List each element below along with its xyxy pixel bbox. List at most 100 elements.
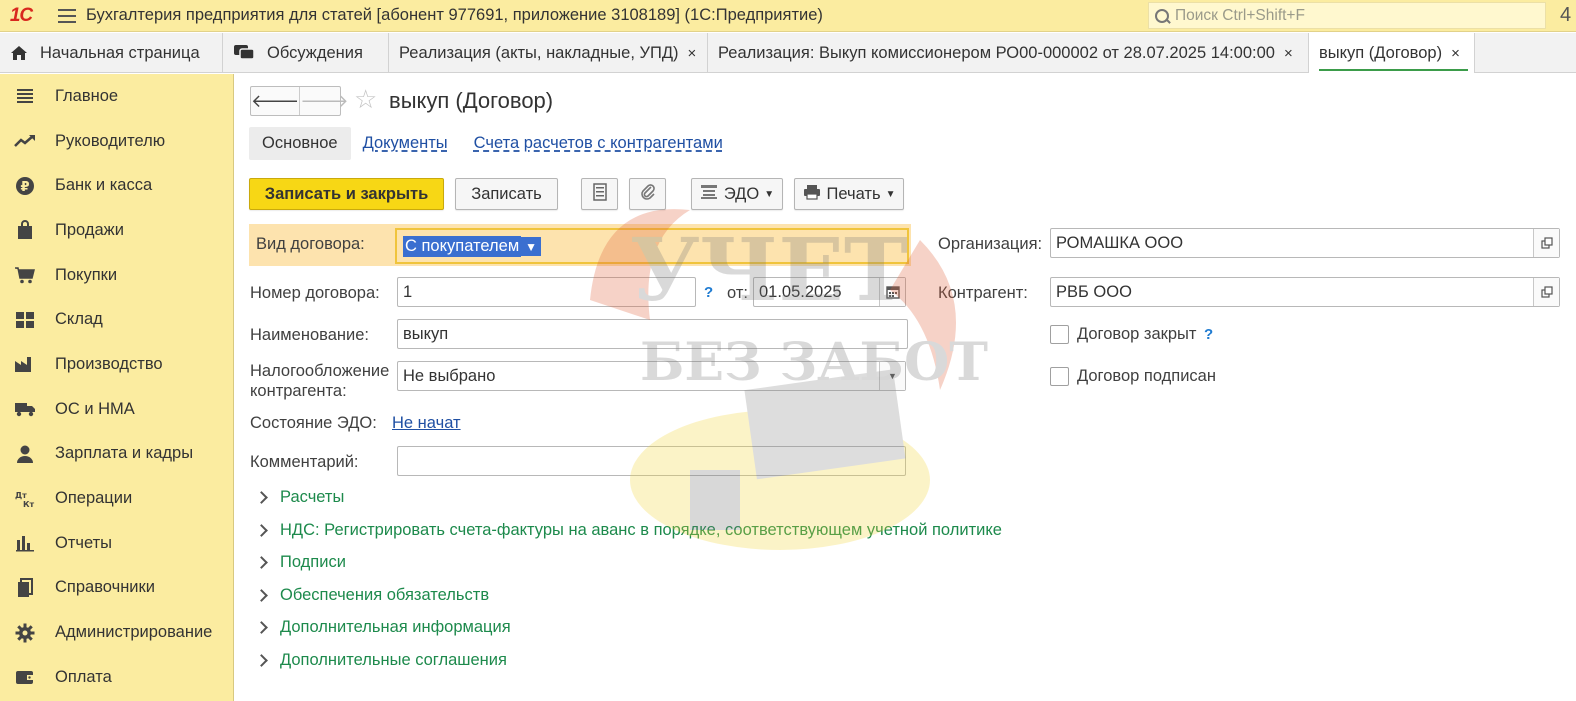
sidebar-item-fixed-assets[interactable]: ОС и НМА (0, 387, 233, 432)
subtab-documents[interactable]: Документы (363, 134, 448, 153)
print-button[interactable]: Печать ▼ (794, 178, 904, 210)
tab-label: Реализация (акты, накладные, УПД) (399, 43, 679, 62)
taxation-select[interactable]: Не выбрано ▼ (397, 361, 906, 391)
contract-type-select[interactable]: С покупателем ▼ (395, 228, 909, 264)
group-settlements[interactable]: Расчеты (255, 488, 344, 507)
help-icon[interactable]: ? (1204, 326, 1213, 343)
tab-home[interactable]: Начальная страница (0, 33, 223, 73)
books-icon (14, 577, 36, 599)
barchart-icon (14, 532, 36, 554)
subtab-main[interactable]: Основное (249, 126, 351, 160)
edo-label: ЭДО (723, 184, 760, 203)
sidebar-item-admin[interactable]: Администрирование (0, 610, 233, 655)
sidebar-item-purchases[interactable]: Покупки (0, 253, 233, 298)
sidebar-item-label: Отчеты (55, 533, 113, 552)
group-additional-info[interactable]: Дополнительная информация (255, 618, 511, 637)
contract-name-label: Наименование: (250, 326, 369, 344)
dropdown-arrow-icon[interactable]: ▼ (521, 236, 542, 256)
cart-icon (14, 264, 36, 286)
person-icon (14, 443, 36, 465)
tab-discussions[interactable]: Обсуждения (223, 33, 389, 73)
group-label: НДС: Регистрировать счета-фактуры на ава… (280, 521, 1002, 539)
home-icon (10, 45, 28, 61)
date-label: от: (727, 284, 748, 302)
sidebar-item-label: Покупки (55, 265, 118, 284)
sidebar-item-catalogs[interactable]: Справочники (0, 566, 233, 611)
group-label: Обеспечения обязательств (280, 586, 490, 604)
forward-arrow-icon[interactable]: 🡒 (299, 87, 349, 115)
sidebar-item-manager[interactable]: Руководителю (0, 119, 233, 164)
contract-date-value: 01.05.2025 (759, 282, 842, 301)
tab-realization-doc[interactable]: Реализация: Выкуп комиссионером РО00-000… (708, 33, 1309, 73)
chevron-right-icon (255, 524, 268, 537)
chat-icon (233, 44, 255, 62)
group-obligations[interactable]: Обеспечения обязательств (255, 586, 489, 605)
close-icon[interactable]: × (1284, 45, 1293, 62)
counterparty-input[interactable]: РВБ ООО (1050, 277, 1560, 307)
group-additional-agreements[interactable]: Дополнительные соглашения (255, 651, 507, 670)
sidebar-item-operations[interactable]: Дт Кт Операции (0, 476, 233, 521)
app-logo[interactable]: 1С (0, 0, 42, 32)
group-signatures[interactable]: Подписи (255, 553, 346, 572)
form-subtabs: Основное Документы Счета расчетов с конт… (249, 126, 749, 160)
dropdown-arrow-icon[interactable]: ▼ (879, 362, 905, 390)
sidebar-item-salary[interactable]: Зарплата и кадры (0, 432, 233, 477)
contract-number-input[interactable]: 1 (397, 277, 696, 307)
sidebar-item-production[interactable]: Производство (0, 342, 233, 387)
sidebar-item-warehouse[interactable]: Склад (0, 297, 233, 342)
list-icon (14, 85, 36, 107)
help-icon[interactable]: ? (704, 284, 713, 301)
open-icon[interactable] (1533, 229, 1559, 257)
sidebar-item-sales[interactable]: Продажи (0, 208, 233, 253)
sidebar: Главное Руководителю ₽ Банк и касса Прод… (0, 74, 234, 701)
tab-realization-list[interactable]: Реализация (акты, накладные, УПД) × (389, 33, 708, 73)
list-doc-button[interactable] (581, 178, 618, 210)
wallet-icon (14, 666, 36, 688)
contract-name-value: выкуп (403, 324, 449, 343)
save-button[interactable]: Записать (455, 178, 558, 210)
tab-label: Начальная страница (40, 43, 200, 62)
save-and-close-button[interactable]: Записать и закрыть (249, 178, 444, 210)
paperclip-icon (640, 183, 656, 206)
contract-signed-label: Договор подписан (1077, 367, 1216, 385)
attach-button[interactable] (629, 178, 666, 210)
contract-closed-checkbox[interactable] (1050, 325, 1069, 344)
sidebar-item-label: Продажи (55, 220, 124, 239)
contract-closed-label: Договор закрыт (1077, 325, 1197, 343)
calendar-icon[interactable] (879, 278, 905, 306)
contract-signed-checkbox[interactable] (1050, 367, 1069, 386)
open-icon[interactable] (1533, 278, 1559, 306)
close-icon[interactable]: × (688, 45, 697, 62)
group-label: Дополнительная информация (280, 618, 511, 636)
close-icon[interactable]: × (1451, 45, 1460, 62)
sidebar-item-payment[interactable]: Оплата (0, 655, 233, 700)
taxation-label-line1: Налогообложение (250, 362, 390, 380)
contract-number-label: Номер договора: (250, 284, 380, 302)
sidebar-item-label: Зарплата и кадры (55, 444, 194, 463)
sidebar-item-label: Руководителю (55, 131, 166, 150)
comment-input[interactable] (397, 446, 906, 476)
back-arrow-icon[interactable]: 🡐 (251, 87, 299, 115)
organization-input[interactable]: РОМАШКА ООО (1050, 228, 1560, 258)
search-input[interactable]: Поиск Ctrl+Shift+F (1148, 2, 1546, 29)
print-label: Печать (826, 184, 881, 203)
subtab-accounts[interactable]: Счета расчетов с контрагентами (474, 134, 723, 153)
contract-name-input[interactable]: выкуп (397, 319, 908, 349)
edo-button[interactable]: ЭДО ▼ (691, 178, 783, 210)
menu-icon[interactable] (42, 0, 76, 32)
edo-icon (700, 184, 718, 205)
sidebar-item-main[interactable]: Главное (0, 74, 233, 119)
sidebar-item-bank[interactable]: ₽ Банк и касса (0, 163, 233, 208)
sidebar-item-label: Оплата (55, 667, 112, 686)
contract-date-input[interactable]: 01.05.2025 (753, 277, 906, 307)
dropdown-arrow-icon: ▼ (764, 188, 775, 200)
sidebar-item-reports[interactable]: Отчеты (0, 521, 233, 566)
title-bar: 1С Бухгалтерия предприятия для статей [а… (0, 0, 1576, 32)
favorite-star-icon[interactable]: ☆ (354, 86, 377, 112)
corner-indicator[interactable]: 4 (1560, 4, 1571, 27)
edo-state-link[interactable]: Не начат (392, 414, 461, 433)
contract-number-value: 1 (403, 282, 413, 301)
gear-icon (14, 622, 36, 644)
group-vat[interactable]: НДС: Регистрировать счета-фактуры на ава… (255, 521, 1002, 540)
tab-contract[interactable]: выкуп (Договор) × (1309, 33, 1475, 73)
